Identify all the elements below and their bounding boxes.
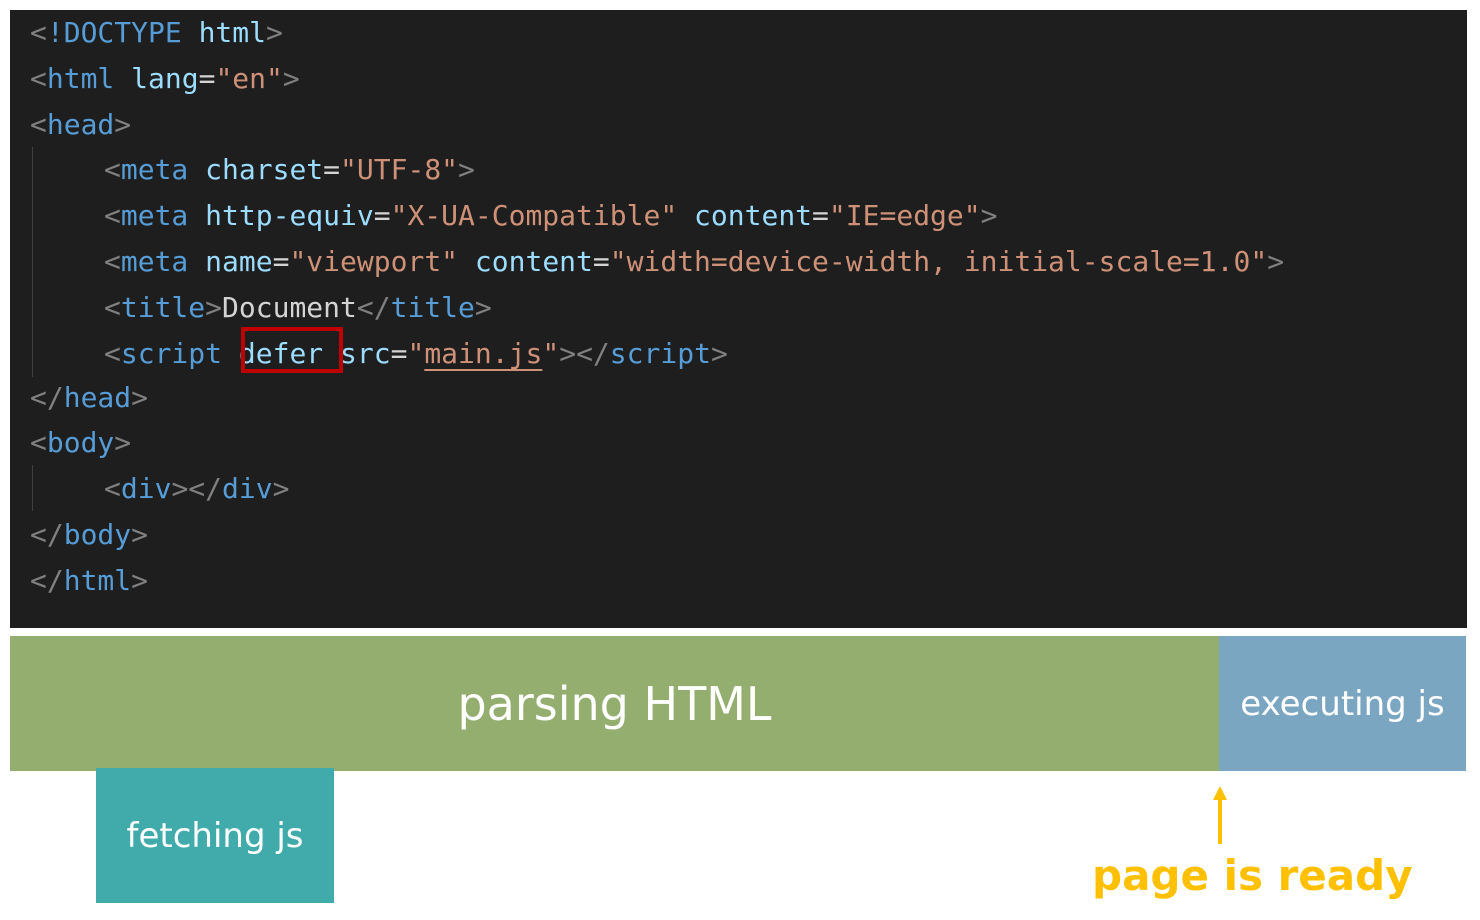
code-line-5: <meta http-equiv="X-UA-Compatible" conte… bbox=[104, 199, 998, 232]
code-line-2: <html lang="en"> bbox=[30, 62, 300, 95]
executing-js-label: executing js bbox=[1240, 683, 1445, 724]
code-editor: <!DOCTYPE html> <html lang="en"> <head> … bbox=[10, 10, 1467, 628]
up-arrow-icon bbox=[1213, 786, 1227, 844]
code-line-9: </head> bbox=[30, 381, 149, 414]
parsing-html-bar: parsing HTML bbox=[10, 636, 1219, 771]
fetching-js-label: fetching js bbox=[126, 815, 304, 856]
page-ready-label: page is ready bbox=[1092, 851, 1413, 900]
parsing-html-label: parsing HTML bbox=[457, 676, 772, 731]
code-line-12: </body> bbox=[30, 518, 149, 551]
fetching-js-bar: fetching js bbox=[96, 768, 334, 903]
code-line-8: <script defer src="main.js"></script> bbox=[104, 337, 728, 370]
code-line-10: <body> bbox=[30, 426, 132, 459]
executing-js-bar: executing js bbox=[1219, 636, 1466, 771]
code-line-11: <div></div> bbox=[104, 472, 290, 505]
code-line-1: <!DOCTYPE html> bbox=[30, 16, 283, 49]
defer-highlight-box bbox=[241, 327, 343, 373]
indent-guide bbox=[32, 465, 33, 511]
code-line-13: </html> bbox=[30, 564, 149, 597]
indent-guide bbox=[32, 147, 33, 377]
code-line-3: <head> bbox=[30, 108, 132, 141]
code-line-6: <meta name="viewport" content="width=dev… bbox=[104, 245, 1285, 278]
code-line-4: <meta charset="UTF-8"> bbox=[104, 153, 475, 186]
script-src-link: main.js bbox=[424, 337, 543, 370]
code-line-7: <title>Document</title> bbox=[104, 291, 492, 324]
